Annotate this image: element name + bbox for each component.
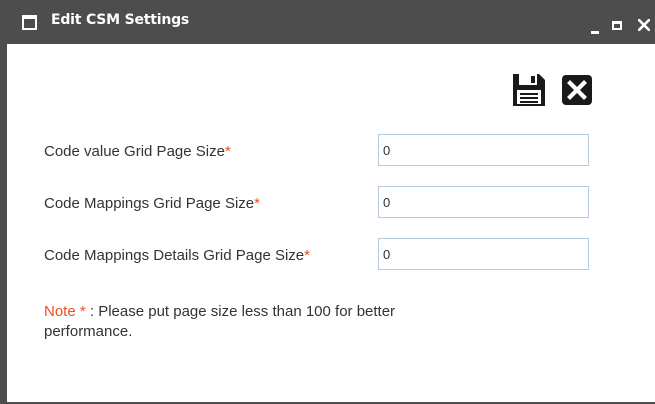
- code-mappings-grid-page-size-label: Code Mappings Grid Page Size*: [44, 195, 260, 212]
- edit-csm-settings-dialog: Edit CSM Settings Code value Grid Page S…: [0, 0, 655, 404]
- required-marker: *: [304, 247, 310, 264]
- minimize-icon[interactable]: [588, 0, 604, 44]
- code-value-grid-page-size-input[interactable]: [378, 134, 589, 166]
- dialog-titlebar[interactable]: Edit CSM Settings: [0, 0, 655, 44]
- dialog-title: Edit CSM Settings: [51, 12, 190, 28]
- close-icon[interactable]: [633, 0, 655, 44]
- code-mappings-details-grid-page-size-input[interactable]: [378, 238, 589, 270]
- note-text: : Please put page size less than 100 for…: [44, 303, 396, 340]
- window-icon: [22, 15, 37, 30]
- code-value-grid-page-size-label: Code value Grid Page Size*: [44, 143, 231, 160]
- page-size-note: Note * : Please put page size less than …: [44, 302, 484, 342]
- code-mappings-grid-page-size-input[interactable]: [378, 186, 589, 218]
- save-icon[interactable]: [512, 73, 546, 111]
- required-marker: *: [254, 195, 260, 212]
- cancel-icon[interactable]: [562, 75, 592, 109]
- note-label: Note *: [44, 303, 90, 320]
- maximize-icon[interactable]: [609, 0, 625, 44]
- code-mappings-details-grid-page-size-label: Code Mappings Details Grid Page Size*: [44, 247, 310, 264]
- required-marker: *: [224, 143, 231, 160]
